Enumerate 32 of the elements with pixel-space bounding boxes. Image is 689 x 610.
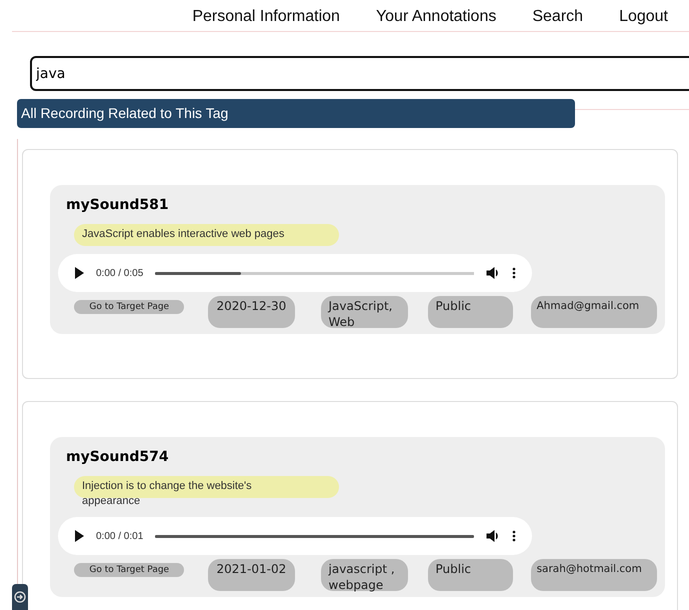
date-tag: 2021-01-02	[208, 559, 294, 591]
play-icon[interactable]	[74, 530, 84, 542]
volume-icon[interactable]	[486, 529, 500, 543]
login-icon[interactable]	[12, 584, 28, 610]
section-header: All Recording Related to This Tag	[17, 99, 575, 128]
more-icon[interactable]	[512, 267, 516, 279]
email-tag: sarah@hotmail.com	[530, 559, 657, 591]
recording-title: mySound581	[66, 196, 170, 215]
target-page-button[interactable]: Go to Target Page	[74, 300, 184, 314]
nav-link[interactable]: Search	[532, 5, 584, 31]
nav-link[interactable]: Your Annotations	[376, 5, 496, 31]
time-display: 0:00 / 0:01	[96, 530, 144, 544]
target-page-button[interactable]: Go to Target Page	[74, 563, 184, 577]
more-icon[interactable]	[512, 530, 516, 542]
recording-title: mySound574	[66, 448, 170, 467]
topic-tag: javascript , webpage	[320, 559, 408, 591]
nav-link[interactable]: Personal Information	[192, 5, 340, 31]
audio-player[interactable]: 0:00 / 0:01	[58, 517, 532, 555]
time-display: 0:00 / 0:05	[96, 266, 144, 280]
progress-track[interactable]	[155, 270, 474, 276]
audio-player[interactable]: 0:00 / 0:05	[58, 254, 532, 292]
annotation-text: Injection is to change the website's appearance	[74, 476, 339, 509]
date-tag: 2020-12-30	[208, 296, 294, 328]
play-icon[interactable]	[74, 267, 84, 279]
search-field[interactable]: java	[30, 56, 689, 91]
volume-icon[interactable]	[486, 266, 500, 280]
topic-tag: JavaScript, Web	[320, 296, 408, 328]
visibility-tag: Public	[428, 559, 513, 591]
annotation-text: JavaScript enables interactive web pages	[74, 224, 339, 246]
visibility-tag: Public	[428, 296, 513, 328]
nav-link[interactable]: Logout	[619, 5, 668, 31]
email-tag: Ahmad@gmail.com	[530, 296, 657, 328]
